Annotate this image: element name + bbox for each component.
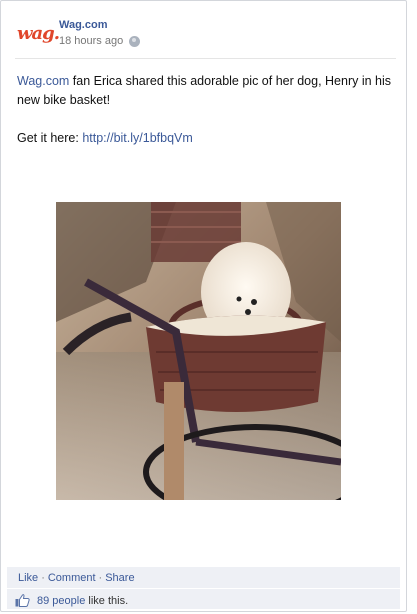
action-separator: · [98, 572, 103, 584]
like-button[interactable]: Like [18, 572, 38, 584]
page-name-link[interactable]: Wag.com [59, 19, 108, 31]
likes-suffix: like this. [85, 594, 129, 607]
dog-bike-basket-image [56, 202, 341, 500]
thumbs-up-icon [15, 594, 30, 607]
post-actions: Like · Comment · Share [18, 572, 135, 584]
post-message-body: fan Erica shared this adorable pic of he… [17, 74, 392, 107]
likes-summary: 89 people like this. [15, 594, 128, 607]
get-it-label: Get it here: [17, 131, 83, 145]
action-separator: · [41, 572, 45, 584]
footer-divider [7, 588, 400, 589]
post-url-link[interactable]: http://bit.ly/1bfbqVm [82, 131, 192, 145]
share-button[interactable]: Share [105, 572, 134, 584]
post-header: wag. Wag.com 18 hours ago [17, 17, 406, 57]
likes-count-link[interactable]: 89 people [37, 595, 85, 607]
header-divider [15, 58, 396, 59]
post-photo[interactable] [56, 202, 341, 500]
post-message-line: Wag.com fan Erica shared this adorable p… [17, 72, 397, 110]
likes-text: 89 people like this. [37, 595, 128, 607]
post-timestamp[interactable]: 18 hours ago [59, 35, 123, 47]
wag-com-link[interactable]: Wag.com [17, 74, 69, 88]
wag-logo[interactable]: wag. [17, 23, 60, 44]
timestamp-row: 18 hours ago [59, 35, 141, 47]
post-message: Wag.com fan Erica shared this adorable p… [17, 72, 397, 148]
post-url-line: Get it here: http://bit.ly/1bfbqVm [17, 129, 397, 148]
post-card: wag. Wag.com 18 hours ago Wag.com fan Er… [0, 0, 407, 612]
comment-button[interactable]: Comment [48, 572, 96, 584]
post-footer: Like · Comment · Share 89 people like this. [7, 567, 400, 609]
globe-icon[interactable] [129, 35, 141, 47]
